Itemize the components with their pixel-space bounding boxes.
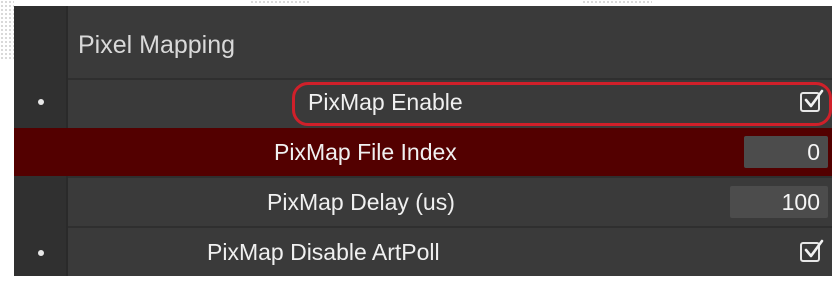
property-label: PixMap Disable ArtPoll	[207, 239, 440, 265]
checkmark-icon	[804, 239, 824, 258]
pixmap-disable-artpoll-checkbox[interactable]	[800, 239, 824, 262]
property-label: PixMap File Index	[274, 139, 457, 165]
property-row-pixmap-delay[interactable]: PixMap Delay (us) 100	[14, 178, 832, 226]
property-label: PixMap Enable	[308, 89, 463, 115]
section-title: Pixel Mapping	[78, 31, 236, 59]
dotted-edge-top	[582, 0, 652, 4]
dotted-edge-left	[0, 0, 14, 60]
row-marker-dot	[38, 250, 44, 256]
pixmap-delay-field[interactable]: 100	[730, 186, 828, 218]
dotted-edge-top	[250, 0, 310, 4]
property-row-pixmap-disable-artpoll[interactable]: PixMap Disable ArtPoll	[14, 228, 832, 276]
property-row-pixmap-file-index[interactable]: PixMap File Index 0	[14, 128, 832, 176]
checkmark-icon	[804, 89, 824, 108]
field-value: 0	[807, 139, 820, 165]
field-value: 100	[781, 189, 820, 215]
pixmap-file-index-field[interactable]: 0	[744, 136, 828, 168]
inspector-panel: Pixel Mapping PixMap Enable PixMap File …	[14, 6, 832, 276]
pixmap-enable-checkbox[interactable]	[800, 89, 824, 112]
property-label: PixMap Delay (us)	[267, 189, 455, 215]
screenshot-frame: Pixel Mapping PixMap Enable PixMap File …	[0, 0, 832, 282]
row-marker-dot	[38, 99, 44, 105]
property-row-pixmap-enable[interactable]: PixMap Enable	[14, 80, 832, 126]
